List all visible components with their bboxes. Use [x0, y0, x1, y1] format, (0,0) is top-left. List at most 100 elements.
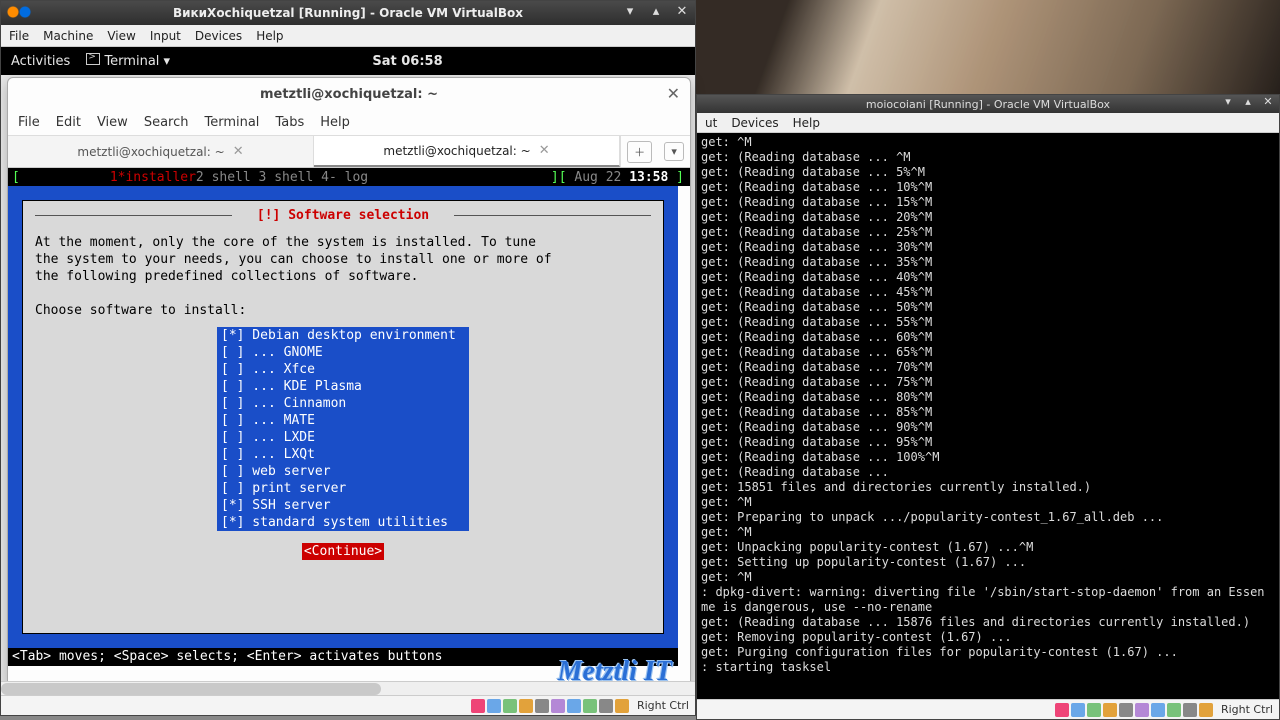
software-option[interactable]: [*] standard system utilities: [217, 514, 469, 531]
close-icon[interactable]: ✕: [667, 84, 680, 103]
terminal-title: metztli@xochiquetzal: ~: [260, 87, 438, 102]
status-icon[interactable]: [567, 699, 581, 713]
left-window-title: ВикиXochiquetzal [Running] - Oracle VM V…: [173, 6, 523, 20]
status-icon[interactable]: [1167, 703, 1181, 717]
terminal-icon: [86, 53, 100, 65]
status-icon[interactable]: [1103, 703, 1117, 717]
status-icon[interactable]: [551, 699, 565, 713]
terminal-tab-1[interactable]: metztli@xochiquetzal: ~ ✕: [314, 136, 620, 167]
tmenu-terminal[interactable]: Terminal: [204, 115, 259, 130]
tab-actions: ＋ ▾: [620, 136, 690, 167]
host-key-indicator: Right Ctrl: [1221, 703, 1273, 716]
tab-label: metztli@xochiquetzal: ~: [383, 144, 530, 158]
software-option[interactable]: [*] SSH server: [217, 497, 469, 514]
menu-devices[interactable]: Devices: [731, 116, 778, 130]
dialog-text: At the moment, only the core of the syst…: [35, 234, 651, 319]
menu-help[interactable]: Help: [256, 29, 283, 43]
status-icon[interactable]: [519, 699, 533, 713]
close-icon[interactable]: ✕: [1261, 95, 1275, 109]
left-titlebar[interactable]: ВикиXochiquetzal [Running] - Oracle VM V…: [1, 1, 695, 25]
menu-input[interactable]: Input: [150, 29, 181, 43]
software-option-list[interactable]: [*] Debian desktop environment[ ] ... GN…: [217, 327, 469, 531]
software-option[interactable]: [ ] web server: [217, 463, 469, 480]
installer-help-line: <Tab> moves; <Space> selects; <Enter> ac…: [8, 648, 678, 666]
maximize-icon[interactable]: ▴: [647, 3, 665, 21]
vb-statusbar-right: Right Ctrl: [697, 699, 1279, 719]
right-terminal-output[interactable]: get: ^M get: (Reading database ... ^M ge…: [697, 133, 1279, 699]
tmenu-edit[interactable]: Edit: [56, 115, 81, 130]
status-icon[interactable]: [1151, 703, 1165, 717]
software-option[interactable]: [ ] ... MATE: [217, 412, 469, 429]
status-icon[interactable]: [1119, 703, 1133, 717]
menu-input-clipped[interactable]: ut: [705, 116, 717, 130]
maximize-icon[interactable]: ▴: [1241, 95, 1255, 109]
new-tab-button[interactable]: ＋: [627, 141, 652, 163]
software-option[interactable]: [*] Debian desktop environment: [217, 327, 469, 344]
gnome-topbar: Activities Terminal ▾ Sat 06:58: [1, 47, 695, 75]
status-icon[interactable]: [487, 699, 501, 713]
right-window-title: moiocoiani [Running] - Oracle VM Virtual…: [866, 98, 1110, 111]
vb-statusbar-left: Right Ctrl: [1, 695, 695, 715]
virtualbox-window-left: ВикиXochiquetzal [Running] - Oracle VM V…: [0, 0, 696, 716]
minimize-icon[interactable]: ▾: [1221, 95, 1235, 109]
continue-button[interactable]: <Continue>: [302, 543, 384, 560]
screen-status-bar: [ 1*installer 2 shell 3 shell 4- log ][ …: [8, 168, 690, 186]
status-icon[interactable]: [1135, 703, 1149, 717]
terminal-menubar: File Edit View Search Terminal Tabs Help: [8, 110, 690, 136]
gnome-terminal-window: metztli@xochiquetzal: ~ ✕ File Edit View…: [7, 77, 691, 685]
terminal-content[interactable]: [ 1*installer 2 shell 3 shell 4- log ][ …: [8, 168, 690, 684]
virtualbox-icon: [7, 5, 37, 19]
activities-button[interactable]: Activities: [11, 54, 70, 69]
scrollbar-thumb[interactable]: [1, 683, 381, 695]
software-selection-dialog: [!] Software selection At the moment, on…: [22, 200, 664, 634]
status-icon[interactable]: [1071, 703, 1085, 717]
vb-menubar-right: ut Devices Help: [697, 113, 1279, 133]
status-icon[interactable]: [1055, 703, 1069, 717]
clock[interactable]: Sat 06:58: [372, 54, 442, 69]
menu-file[interactable]: File: [9, 29, 29, 43]
host-horizontal-scrollbar[interactable]: [1, 681, 695, 695]
menu-devices[interactable]: Devices: [195, 29, 242, 43]
status-icon[interactable]: [599, 699, 613, 713]
tmenu-search[interactable]: Search: [144, 115, 189, 130]
status-icon[interactable]: [503, 699, 517, 713]
software-option[interactable]: [ ] ... Xfce: [217, 361, 469, 378]
vb-menubar-left: File Machine View Input Devices Help: [1, 25, 695, 47]
status-icon[interactable]: [471, 699, 485, 713]
tmenu-help[interactable]: Help: [320, 115, 350, 130]
installer-background: [!] Software selection At the moment, on…: [8, 186, 678, 648]
menu-machine[interactable]: Machine: [43, 29, 93, 43]
desktop-wallpaper: [696, 0, 1280, 95]
software-option[interactable]: [ ] ... KDE Plasma: [217, 378, 469, 395]
status-icon[interactable]: [1199, 703, 1213, 717]
terminal-tab-0[interactable]: metztli@xochiquetzal: ~ ✕: [8, 136, 314, 167]
software-option[interactable]: [ ] ... LXDE: [217, 429, 469, 446]
status-icon[interactable]: [615, 699, 629, 713]
status-icon[interactable]: [535, 699, 549, 713]
software-option[interactable]: [ ] ... GNOME: [217, 344, 469, 361]
menu-view[interactable]: View: [107, 29, 135, 43]
virtualbox-window-right: moiocoiani [Running] - Oracle VM Virtual…: [696, 94, 1280, 720]
close-icon[interactable]: ✕: [673, 3, 691, 21]
menu-help[interactable]: Help: [793, 116, 820, 130]
software-option[interactable]: [ ] ... Cinnamon: [217, 395, 469, 412]
right-titlebar[interactable]: moiocoiani [Running] - Oracle VM Virtual…: [697, 95, 1279, 113]
status-icon[interactable]: [1087, 703, 1101, 717]
tab-close-icon[interactable]: ✕: [233, 144, 244, 159]
tmenu-file[interactable]: File: [18, 115, 40, 130]
tmenu-tabs[interactable]: Tabs: [275, 115, 304, 130]
tab-menu-button[interactable]: ▾: [664, 142, 684, 161]
software-option[interactable]: [ ] ... LXQt: [217, 446, 469, 463]
software-option[interactable]: [ ] print server: [217, 480, 469, 497]
status-icon[interactable]: [583, 699, 597, 713]
host-key-indicator: Right Ctrl: [637, 699, 689, 712]
tmenu-view[interactable]: View: [97, 115, 128, 130]
terminal-tabstrip: metztli@xochiquetzal: ~ ✕ metztli@xochiq…: [8, 136, 690, 168]
tab-label: metztli@xochiquetzal: ~: [77, 145, 224, 159]
terminal-titlebar[interactable]: metztli@xochiquetzal: ~ ✕: [8, 78, 690, 110]
tab-close-icon[interactable]: ✕: [539, 143, 550, 158]
dialog-title: [!] Software selection: [257, 208, 429, 223]
minimize-icon[interactable]: ▾: [621, 3, 639, 21]
status-icon[interactable]: [1183, 703, 1197, 717]
app-menu[interactable]: Terminal ▾: [86, 53, 170, 69]
